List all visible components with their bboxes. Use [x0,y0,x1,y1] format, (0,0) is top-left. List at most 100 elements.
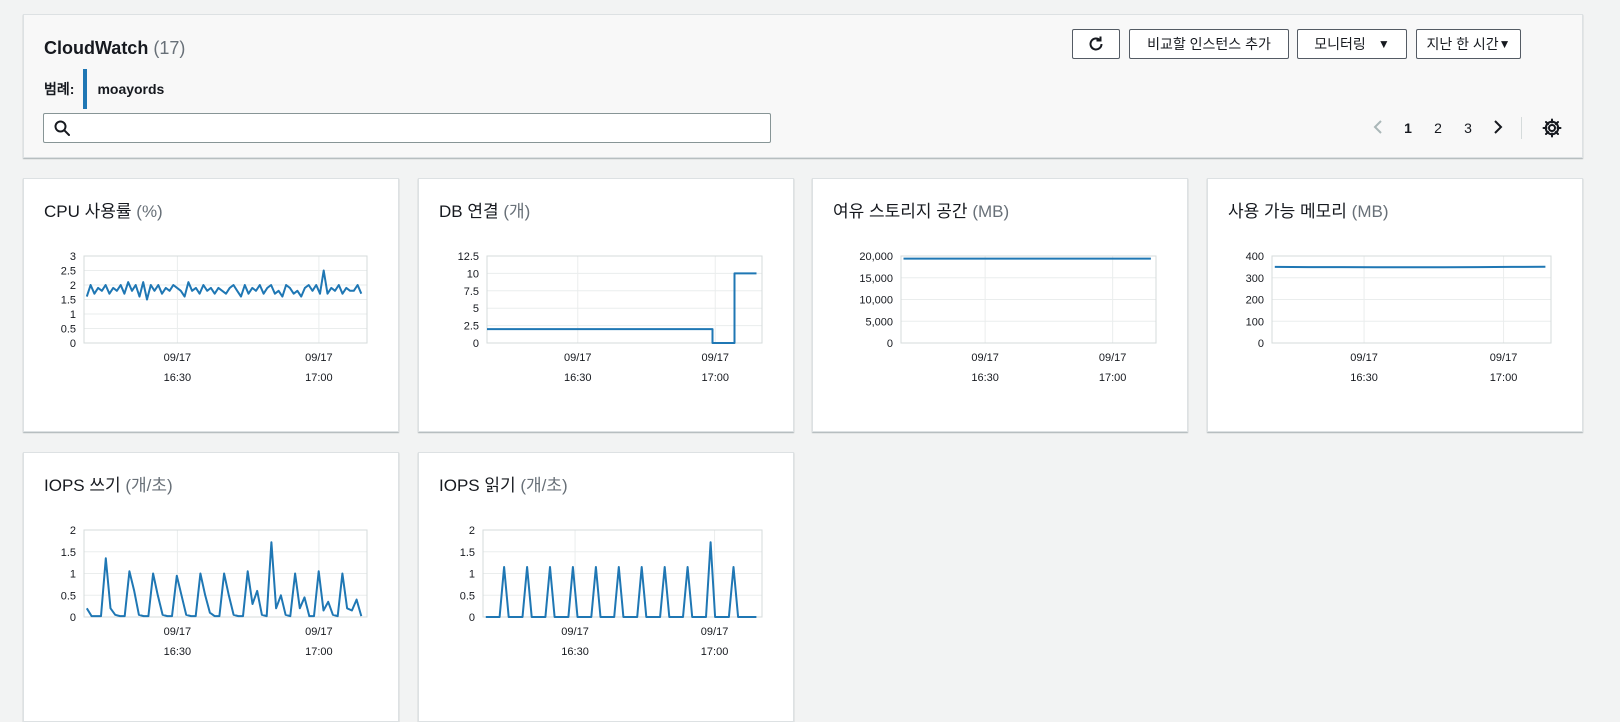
previous-page-icon[interactable] [1363,119,1393,137]
page-2[interactable]: 2 [1423,120,1453,136]
caret-down-icon: ▼ [1377,37,1390,51]
y-tick-label: 100 [1246,316,1264,328]
y-tick-label: 2 [469,525,475,537]
y-tick-label: 200 [1246,295,1264,307]
metric-card-cpu: CPU 사용률 (%) 3 2.5 2 1.5 1 0.5 0 09/17 16:30 09/17… [23,178,399,432]
card-title: IOPS 쓰기 (개/초) [44,471,173,496]
metric-card-free-storage: 여유 스토리지 공간 (MB) 20,000 15,000 10,000 5,000 0… [812,178,1188,432]
x-tick-date: 09/17 [1490,352,1518,364]
next-page-icon[interactable] [1483,119,1513,137]
y-tick-label: 1.5 [460,547,475,559]
y-tick-label: 2.5 [61,266,76,278]
card-title: 사용 가능 메모리 (MB) [1228,197,1389,222]
search-input[interactable] [76,114,770,142]
x-tick-time: 17:00 [701,372,729,384]
x-tick-date: 09/17 [701,352,729,364]
cloudwatch-header-panel: CloudWatch (17) 범례: moayords 비교할 인스턴스 추가… [23,14,1583,158]
freeable-memory-chart[interactable]: 400 300 200 100 0 09/17 16:30 09/17 17:00 [1208,239,1584,389]
y-tick-label: 0 [887,338,893,350]
card-title-text: CPU 사용률 [44,202,132,221]
x-tick-time: 17:00 [305,372,333,384]
cpu-chart[interactable]: 3 2.5 2 1.5 1 0.5 0 09/17 16:30 09/17 17:00 [24,239,400,389]
metric-card-write-iops: IOPS 쓰기 (개/초) 2 1.5 1 0.5 0 09/17 16:30 09/17 17… [23,452,399,722]
page-1[interactable]: 1 [1393,120,1423,136]
legend: 범례: moayords [44,69,164,109]
y-tick-label: 2 [70,525,76,537]
x-tick-time: 17:00 [305,646,333,658]
x-tick-time: 16:30 [971,372,999,384]
y-tick-label: 0.5 [460,590,475,602]
x-tick-time: 17:00 [1490,372,1518,384]
x-tick-date: 09/17 [164,352,192,364]
legend-label: 범례: [44,81,75,97]
x-tick-date: 09/17 [1099,352,1127,364]
y-tick-label: 5 [473,303,479,315]
card-title: CPU 사용률 (%) [44,197,163,222]
metric-card-freeable-memory: 사용 가능 메모리 (MB) 400 300 200 100 0 09/17 16:30 09… [1207,178,1583,432]
y-tick-label: 7.5 [464,286,479,298]
x-tick-date: 09/17 [305,352,333,364]
refresh-button[interactable] [1072,29,1120,59]
y-tick-label: 0 [70,612,76,624]
card-title-text: DB 연결 [439,202,499,221]
x-tick-date: 09/17 [564,352,592,364]
y-tick-label: 0 [469,612,475,624]
y-tick-label: 20,000 [859,251,893,263]
card-title-text: 여유 스토리지 공간 [833,202,968,221]
write-iops-chart[interactable]: 2 1.5 1 0.5 0 09/17 16:30 09/17 17:00 [24,513,400,663]
card-title-text: 사용 가능 메모리 [1228,202,1347,221]
add-compare-instance-label: 비교할 인스턴스 추가 [1147,36,1271,52]
legend-color-swatch [83,69,88,109]
y-tick-label: 12.5 [458,251,479,263]
refresh-icon [1089,36,1103,51]
y-tick-label: 1 [70,309,76,321]
y-tick-label: 0 [473,338,479,350]
card-title: DB 연결 (개) [439,197,530,222]
metric-card-db-connections: DB 연결 (개) 12.5 10 7.5 5 2.5 0 09/17 16:30 09/17 1… [418,178,794,432]
card-title: IOPS 읽기 (개/초) [439,471,568,496]
x-tick-date: 09/17 [971,352,999,364]
time-range-label: 지난 한 시간 [1426,36,1499,52]
x-tick-date: 09/17 [701,626,729,638]
y-tick-label: 1 [469,569,475,581]
x-tick-time: 16:30 [164,646,192,658]
y-tick-label: 0.5 [61,324,76,336]
y-tick-label: 1 [70,569,76,581]
read-iops-chart[interactable]: 2 1.5 1 0.5 0 09/17 16:30 09/17 17:00 [419,513,795,663]
y-tick-label: 10,000 [859,295,893,307]
card-title-unit: (개/초) [125,476,173,495]
y-tick-label: 2 [70,280,76,292]
add-compare-instance-button[interactable]: 비교할 인스턴스 추가 [1129,29,1289,59]
legend-value[interactable]: moayords [97,81,164,97]
db-connections-chart[interactable]: 12.5 10 7.5 5 2.5 0 09/17 16:30 09/17 17:00 [419,239,795,389]
free-storage-chart[interactable]: 20,000 15,000 10,000 5,000 0 09/17 16:30 09/17 1… [813,239,1189,389]
y-tick-label: 5,000 [865,316,893,328]
x-tick-time: 17:00 [1099,372,1127,384]
card-title-text: IOPS 읽기 [439,476,516,495]
y-tick-label: 2.5 [464,321,479,333]
title-text: CloudWatch [44,38,149,58]
x-tick-time: 16:30 [1350,372,1378,384]
y-tick-label: 3 [70,251,76,263]
page-title: CloudWatch (17) [44,38,185,59]
x-tick-time: 16:30 [561,646,589,658]
page-3[interactable]: 3 [1453,120,1483,136]
x-tick-date: 09/17 [561,626,589,638]
y-tick-label: 1.5 [61,547,76,559]
monitoring-dropdown[interactable]: 모니터링 ▼ [1297,29,1407,59]
x-tick-time: 17:00 [701,646,729,658]
monitoring-label: 모니터링 [1314,36,1366,52]
pagination: 1 2 3 [1363,113,1522,143]
time-range-dropdown[interactable]: 지난 한 시간 ▼ [1416,29,1521,59]
card-title-unit: (MB) [1351,202,1389,221]
card-title: 여유 스토리지 공간 (MB) [833,197,1009,222]
x-tick-time: 16:30 [564,372,592,384]
series-line [85,541,363,618]
search-box [43,113,771,143]
card-title-text: IOPS 쓰기 [44,476,121,495]
card-title-unit: (개/초) [520,476,568,495]
gear-icon[interactable] [1542,118,1562,138]
card-title-unit: (%) [136,202,163,221]
y-tick-label: 1.5 [61,295,76,307]
y-tick-label: 0 [70,338,76,350]
